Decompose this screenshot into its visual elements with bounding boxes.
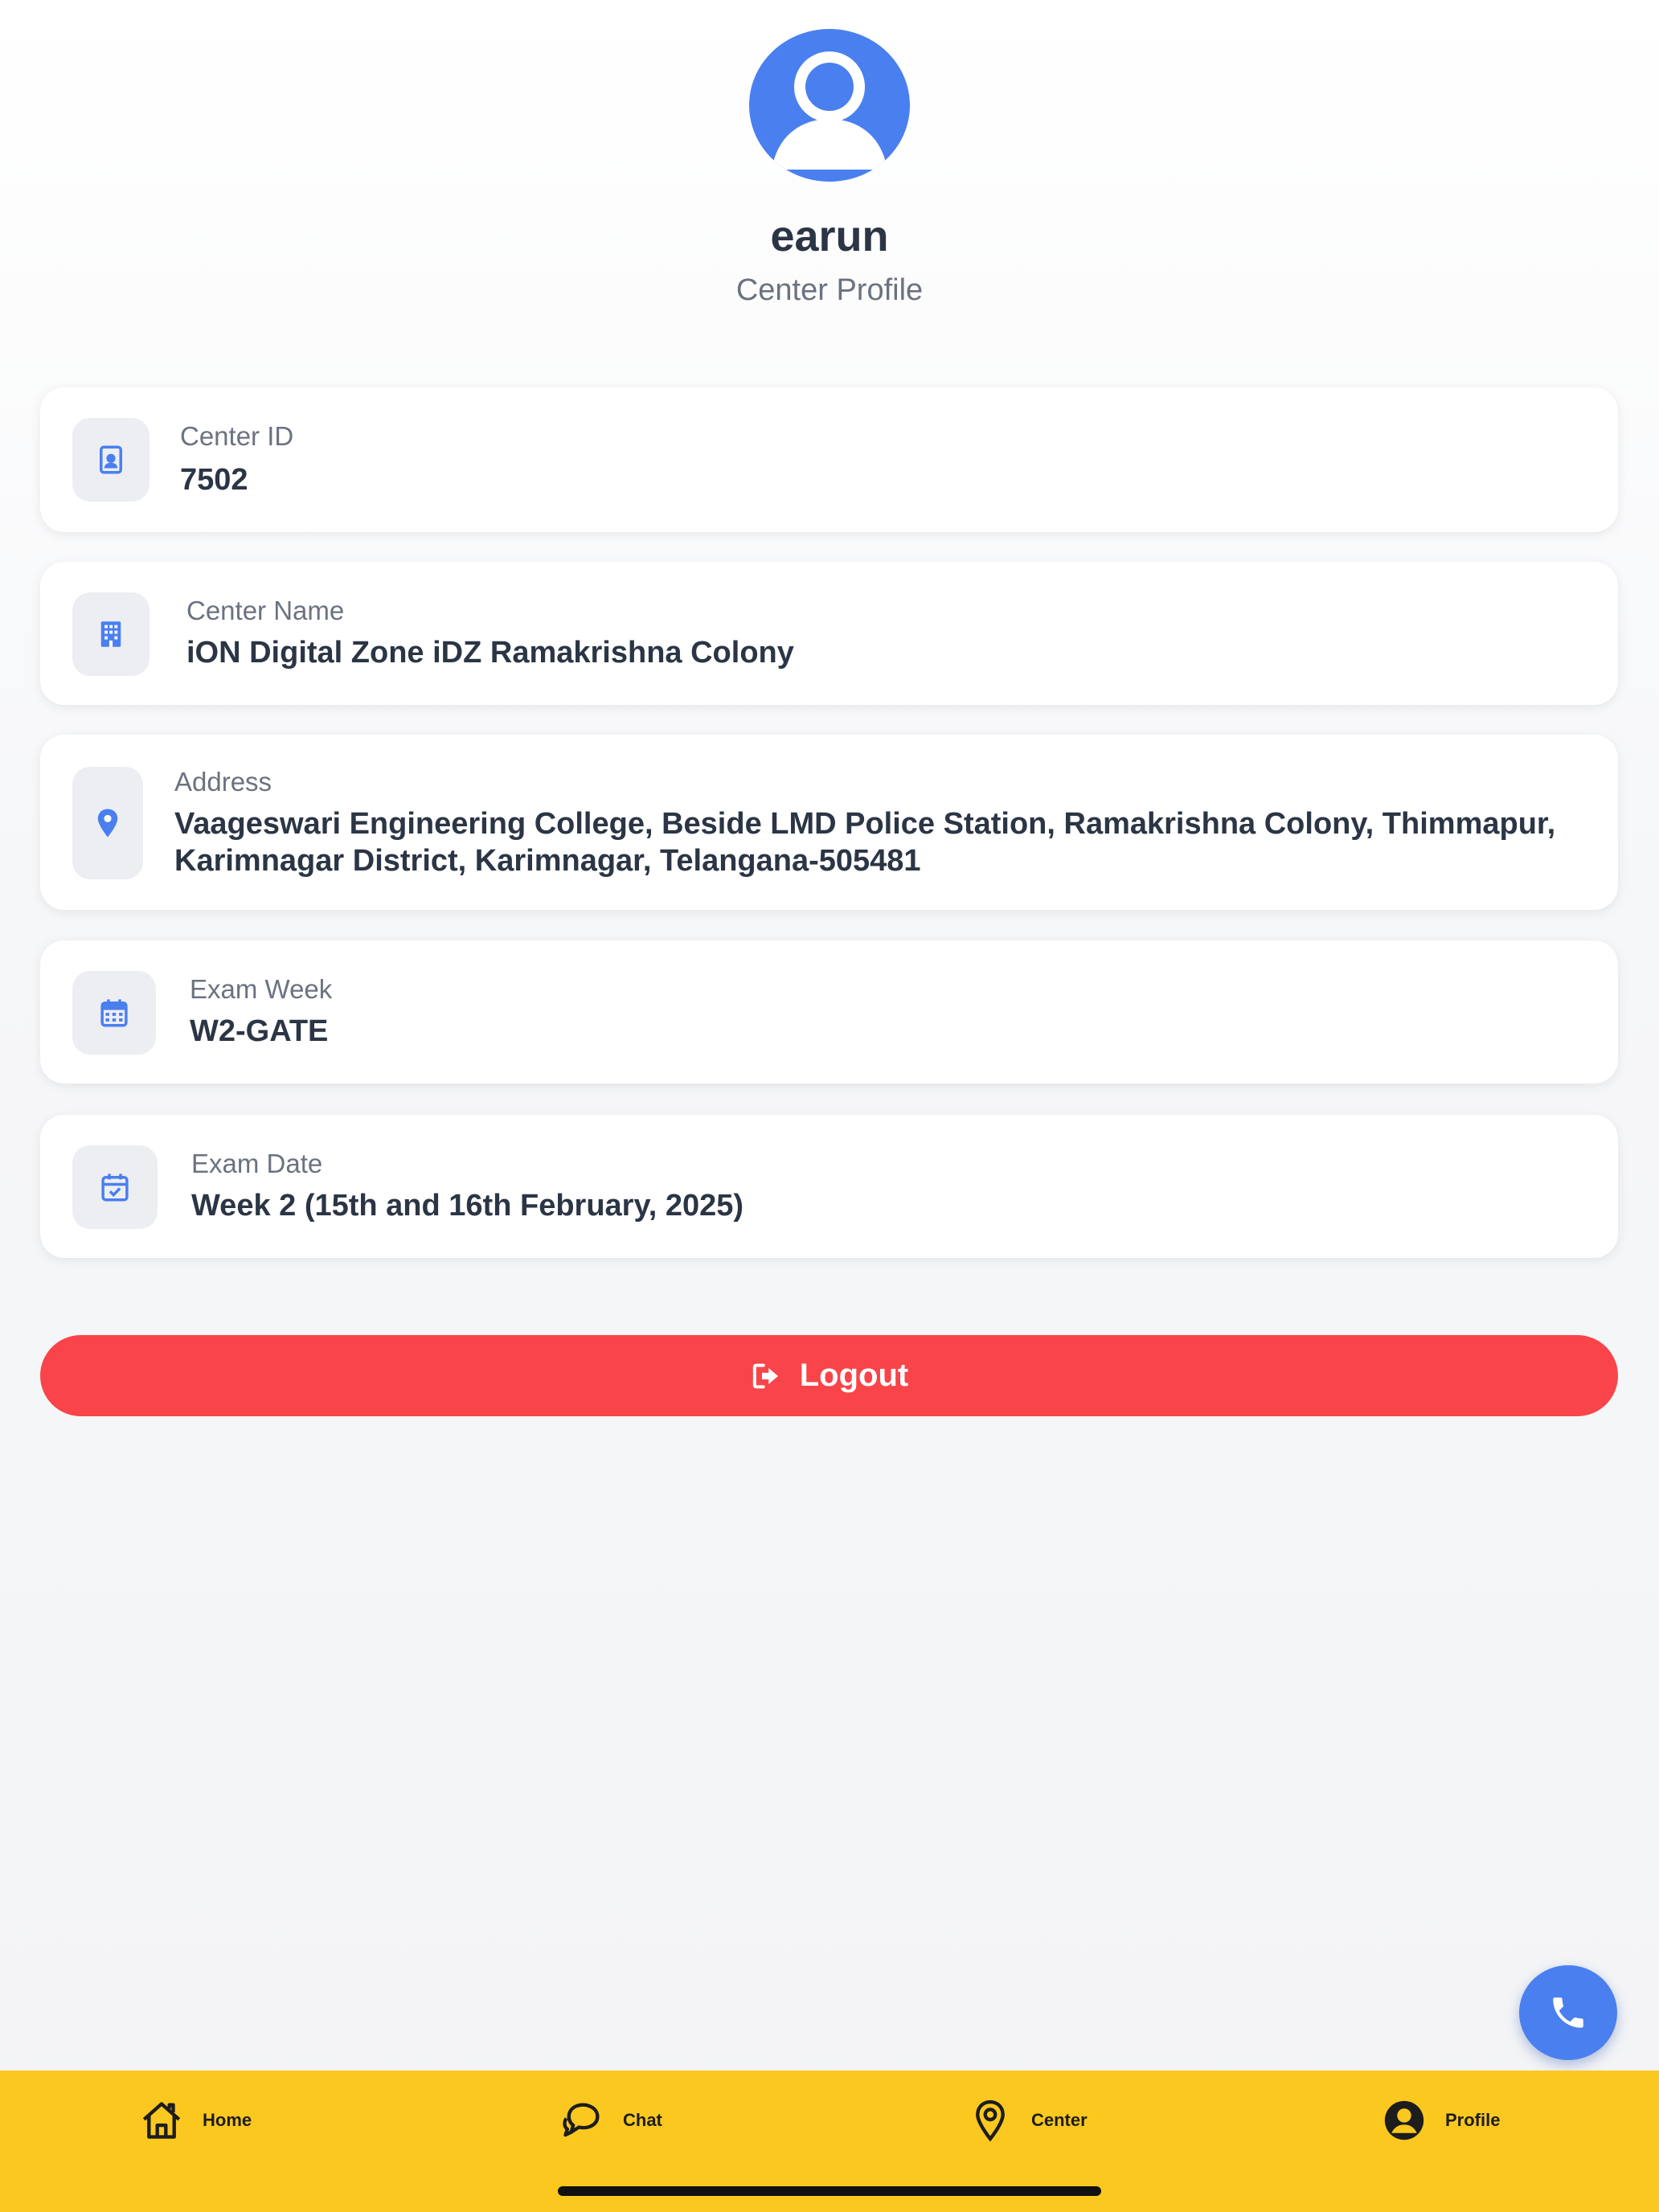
phone-icon bbox=[1548, 1993, 1588, 2033]
bottom-tab-bar: Home Chat Center Profile bbox=[0, 2071, 1659, 2212]
tab-home[interactable]: Home bbox=[138, 2095, 252, 2146]
center-id-card: Center ID 7502 bbox=[40, 387, 1618, 532]
address-value: Vaageswari Engineering College, Beside L… bbox=[174, 807, 1556, 878]
user-avatar-icon bbox=[749, 29, 910, 182]
exam-date-card: Exam Date Week 2 (15th and 16th February… bbox=[40, 1115, 1618, 1258]
center-id-label: Center ID bbox=[180, 421, 294, 451]
call-button[interactable] bbox=[1519, 1965, 1617, 2060]
location-pin-icon bbox=[72, 767, 143, 879]
tab-profile[interactable]: Profile bbox=[1381, 2095, 1500, 2146]
center-name-card: Center Name iON Digital Zone iDZ Ramakri… bbox=[40, 562, 1618, 705]
tab-chat-label: Chat bbox=[623, 2110, 662, 2130]
location-pin-icon bbox=[967, 2097, 1014, 2144]
profile-subtitle: Center Profile bbox=[735, 273, 924, 307]
exam-week-label: Exam Week bbox=[190, 974, 333, 1004]
username: earun bbox=[770, 212, 889, 260]
logout-button[interactable]: Logout bbox=[40, 1335, 1618, 1416]
home-icon bbox=[138, 2097, 185, 2144]
tab-center-label: Center bbox=[1031, 2110, 1088, 2130]
id-badge-icon bbox=[72, 418, 150, 502]
center-name-value: iON Digital Zone iDZ Ramakrishna Colony bbox=[186, 636, 794, 670]
address-card: Address Vaageswari Engineering College, … bbox=[40, 735, 1618, 910]
logout-icon bbox=[750, 1360, 782, 1392]
tab-chat[interactable]: Chat bbox=[559, 2095, 662, 2146]
building-icon bbox=[72, 592, 150, 676]
chat-icon bbox=[559, 2097, 605, 2144]
exam-week-card: Exam Week W2-GATE bbox=[40, 940, 1618, 1083]
home-indicator bbox=[558, 2186, 1101, 2196]
tab-center[interactable]: Center bbox=[967, 2095, 1088, 2146]
tab-profile-label: Profile bbox=[1445, 2110, 1501, 2130]
address-label: Address bbox=[174, 767, 272, 797]
center-name-label: Center Name bbox=[186, 596, 345, 625]
exam-date-value: Week 2 (15th and 16th February, 2025) bbox=[191, 1189, 744, 1223]
center-id-value: 7502 bbox=[180, 463, 248, 497]
calendar-icon bbox=[72, 971, 156, 1055]
exam-week-value: W2-GATE bbox=[190, 1014, 329, 1048]
exam-date-label: Exam Date bbox=[191, 1149, 323, 1178]
profile-icon bbox=[1381, 2097, 1428, 2144]
calendar-check-icon bbox=[72, 1145, 158, 1229]
tab-home-label: Home bbox=[203, 2110, 252, 2130]
logout-label: Logout bbox=[799, 1358, 909, 1393]
